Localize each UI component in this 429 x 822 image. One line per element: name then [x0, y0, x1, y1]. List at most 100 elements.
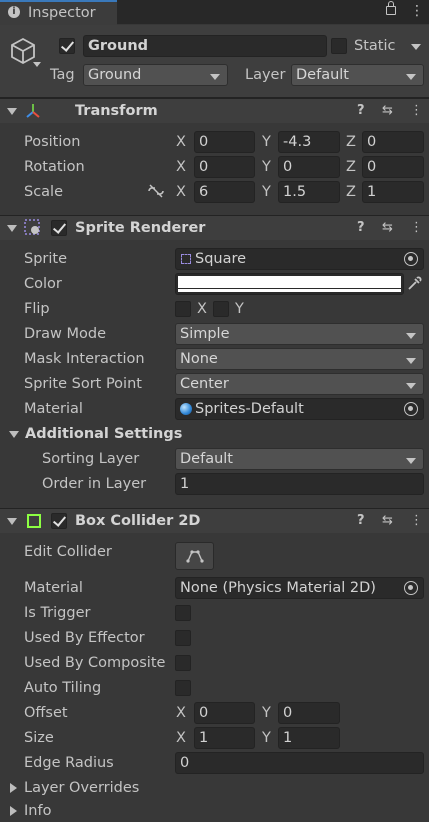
edit-collider-button[interactable]: [175, 542, 214, 570]
layer-dropdown[interactable]: Default: [291, 64, 424, 86]
transform-header[interactable]: [0, 98, 429, 123]
axis-y-label: Y: [262, 184, 271, 200]
is-trigger-checkbox[interactable]: [175, 605, 191, 621]
used-by-effector-checkbox[interactable]: [175, 630, 191, 646]
sprite-value: Square: [195, 251, 247, 267]
presets-icon[interactable]: ⇆: [382, 99, 393, 123]
active-checkbox[interactable]: [59, 38, 75, 54]
axis-y-label: Y: [262, 134, 271, 150]
fold-right-icon[interactable]: [10, 806, 17, 816]
sprite-asset-icon: [181, 254, 191, 264]
eyedropper-icon[interactable]: [406, 276, 422, 292]
flip-x-label: X: [197, 301, 207, 317]
tag-dropdown[interactable]: Ground: [83, 64, 228, 86]
scale-label: Scale: [24, 184, 64, 200]
axis-x-label: X: [176, 184, 186, 200]
rotation-z-field[interactable]: 0: [362, 156, 424, 178]
sorting-layer-label: Sorting Layer: [42, 451, 140, 467]
position-x-field[interactable]: 0: [194, 131, 255, 153]
presets-icon[interactable]: ⇆: [382, 216, 393, 240]
sprite-sort-point-label: Sprite Sort Point: [24, 376, 142, 392]
chevron-down-icon: [406, 458, 416, 464]
fold-down-icon[interactable]: [7, 518, 17, 525]
material-value: Sprites-Default: [195, 401, 304, 417]
axis-x-label: X: [176, 730, 186, 746]
layer-overrides-label[interactable]: Layer Overrides: [24, 778, 139, 798]
layer-value: Default: [296, 67, 349, 83]
rotation-y-field[interactable]: 0: [278, 156, 340, 178]
box-collider-enabled-checkbox[interactable]: [51, 513, 67, 529]
lock-icon[interactable]: [386, 6, 396, 15]
fold-right-icon[interactable]: [10, 783, 17, 793]
material-field[interactable]: Sprites-Default: [175, 398, 424, 420]
flip-y-checkbox[interactable]: [213, 301, 229, 317]
tag-value: Ground: [88, 67, 142, 83]
cube-icon-arrow: [33, 62, 41, 67]
order-in-layer-field[interactable]: 1: [175, 473, 424, 495]
transform-title: Transform: [75, 103, 158, 119]
size-label: Size: [24, 730, 54, 746]
axis-x-label: X: [176, 705, 186, 721]
auto-tiling-checkbox[interactable]: [175, 680, 191, 696]
size-x-field[interactable]: 1: [194, 727, 255, 749]
static-checkbox[interactable]: [331, 38, 347, 54]
draw-mode-dropdown[interactable]: Simple: [175, 323, 424, 345]
presets-icon[interactable]: ⇆: [382, 509, 393, 533]
material-sphere-icon: [180, 403, 192, 415]
draw-mode-value: Simple: [180, 326, 230, 342]
tab-menu-icon[interactable]: ⋮: [410, 2, 424, 20]
inspector-tab[interactable]: i Inspector: [0, 0, 117, 25]
rotation-label: Rotation: [24, 159, 85, 175]
edit-collider-icon: [186, 550, 204, 563]
position-label: Position: [24, 134, 81, 150]
offset-y-field[interactable]: 0: [278, 702, 340, 724]
mask-interaction-dropdown[interactable]: None: [175, 348, 424, 370]
link-broken-icon[interactable]: [147, 183, 165, 199]
context-menu-icon[interactable]: ⋮: [410, 509, 423, 533]
is-trigger-label: Is Trigger: [24, 605, 91, 621]
scale-x-field[interactable]: 6: [194, 181, 255, 203]
axis-z-label: Z: [346, 134, 356, 150]
position-z-field[interactable]: 0: [362, 131, 424, 153]
object-name-field[interactable]: Ground: [83, 35, 327, 57]
scale-y-field[interactable]: 1.5: [278, 181, 340, 203]
fold-down-icon[interactable]: [7, 108, 17, 115]
fold-down-icon[interactable]: [7, 225, 17, 232]
size-y-field[interactable]: 1: [278, 727, 340, 749]
context-menu-icon[interactable]: ⋮: [410, 99, 423, 123]
collider-material-field[interactable]: None (Physics Material 2D): [175, 577, 424, 599]
sprite-renderer-enabled-checkbox[interactable]: [51, 220, 67, 236]
flip-y-label: Y: [235, 301, 244, 317]
color-field[interactable]: [175, 273, 404, 295]
rotation-x-field[interactable]: 0: [194, 156, 255, 178]
static-dropdown-arrow[interactable]: [411, 44, 421, 50]
help-icon[interactable]: ?: [357, 509, 365, 533]
flip-x-checkbox[interactable]: [175, 301, 191, 317]
context-menu-icon[interactable]: ⋮: [410, 216, 423, 240]
offset-x-field[interactable]: 0: [194, 702, 255, 724]
edit-collider-label: Edit Collider: [24, 544, 112, 560]
help-icon[interactable]: ?: [357, 216, 365, 240]
object-picker-icon[interactable]: [404, 252, 418, 266]
position-y-field[interactable]: -4.3: [278, 131, 340, 153]
flip-label: Flip: [24, 301, 50, 317]
object-picker-icon[interactable]: [404, 581, 418, 595]
axis-y-label: Y: [262, 159, 271, 175]
info-label[interactable]: Info: [24, 801, 51, 821]
sprite-field[interactable]: Square: [175, 248, 424, 270]
offset-label: Offset: [24, 705, 68, 721]
sprite-sort-point-dropdown[interactable]: Center: [175, 373, 424, 395]
fold-down-icon[interactable]: [9, 431, 19, 438]
used-by-composite-checkbox[interactable]: [175, 655, 191, 671]
mask-interaction-label: Mask Interaction: [24, 351, 145, 367]
material-label: Material: [24, 401, 83, 417]
object-picker-icon[interactable]: [404, 402, 418, 416]
scale-z-field[interactable]: 1: [362, 181, 424, 203]
axis-z-label: Z: [346, 184, 356, 200]
axis-y-label: Y: [262, 730, 271, 746]
additional-settings-label[interactable]: Additional Settings: [25, 424, 182, 444]
edge-radius-field[interactable]: 0: [175, 752, 424, 774]
sorting-layer-dropdown[interactable]: Default: [175, 448, 424, 470]
help-icon[interactable]: ?: [357, 99, 365, 123]
sorting-layer-value: Default: [180, 451, 233, 467]
